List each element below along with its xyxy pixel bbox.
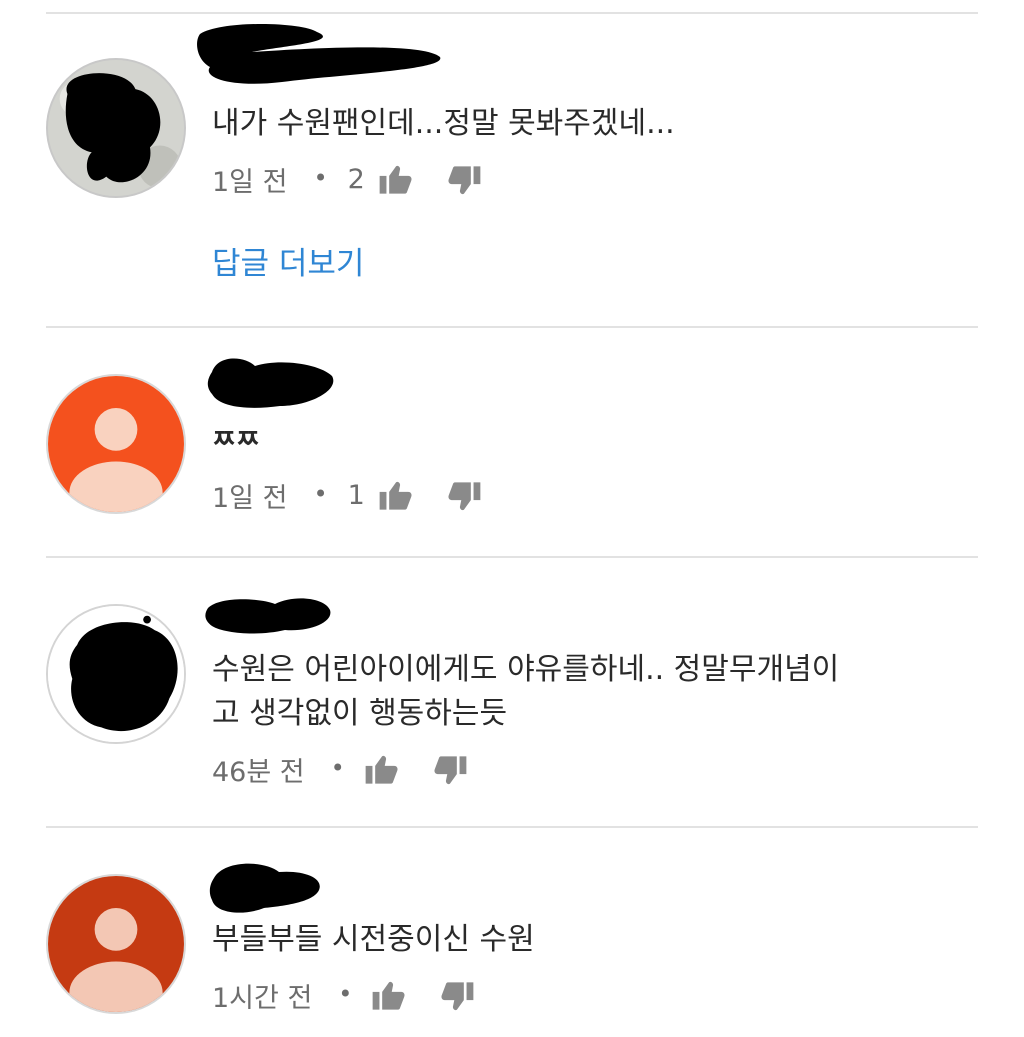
thumbs-up-icon [379, 165, 412, 194]
like-button[interactable] [365, 755, 399, 785]
comment-meta: 46분 전 • [212, 750, 467, 789]
meta-separator: • [338, 979, 353, 1008]
thumbs-up-icon [379, 481, 412, 510]
like-count: 1 [347, 480, 365, 511]
default-user-avatar-icon [48, 876, 184, 1012]
like-button[interactable] [379, 481, 413, 511]
comment-time: 1시간 전 [212, 983, 313, 1014]
commenter-avatar[interactable] [46, 374, 186, 514]
like-button[interactable] [379, 165, 413, 195]
comment-text: 내가 수원팬인데...정말 못봐주겠네... [212, 106, 675, 141]
dislike-button[interactable] [440, 981, 474, 1011]
dislike-button[interactable] [447, 481, 481, 511]
redacted-username [209, 863, 320, 913]
like-count: 2 [347, 164, 365, 195]
comment-text: 부들부들 시전중이신 수원 [212, 922, 535, 957]
like-button[interactable] [372, 981, 406, 1011]
commenter-avatar[interactable] [46, 874, 186, 1014]
default-user-avatar-icon [48, 376, 184, 512]
redacted-username [207, 358, 334, 408]
redacted-avatar-icon [48, 606, 184, 742]
thumbs-down-icon [434, 755, 467, 784]
comment-text: 수원은 어린아이에게도 야유를하네.. 정말무개념이 고 생각없이 행동하는듯 [212, 652, 840, 731]
comment-divider [46, 326, 978, 328]
comment-meta: 1일 전 • 1 [212, 476, 481, 515]
comment-divider [46, 12, 978, 14]
commenter-avatar[interactable] [46, 58, 186, 198]
comment-time: 1일 전 [212, 483, 288, 514]
redacted-avatar-icon [48, 60, 184, 196]
comment-meta: 1일 전 • 2 [212, 160, 481, 199]
comment-meta: 1시간 전 • [212, 976, 474, 1015]
thumbs-down-icon [448, 165, 481, 194]
comment-divider [46, 826, 978, 828]
comment-time: 1일 전 [212, 167, 288, 198]
meta-separator: • [313, 479, 328, 508]
dislike-button[interactable] [447, 165, 481, 195]
thumbs-up-icon [373, 981, 405, 1010]
meta-separator: • [330, 753, 345, 782]
redacted-username [205, 598, 331, 634]
dislike-button[interactable] [433, 755, 467, 785]
thumbs-down-icon [441, 981, 474, 1010]
thumbs-down-icon [448, 481, 481, 510]
comment-divider [46, 556, 978, 558]
redacted-username [197, 24, 441, 84]
thumbs-up-icon [365, 755, 398, 784]
commenter-avatar[interactable] [46, 604, 186, 744]
comment-time: 46분 전 [212, 757, 305, 788]
comment-text: ㅉㅉ [212, 425, 260, 455]
view-replies-link[interactable]: 답글 더보기 [212, 238, 364, 283]
meta-separator: • [313, 163, 328, 192]
